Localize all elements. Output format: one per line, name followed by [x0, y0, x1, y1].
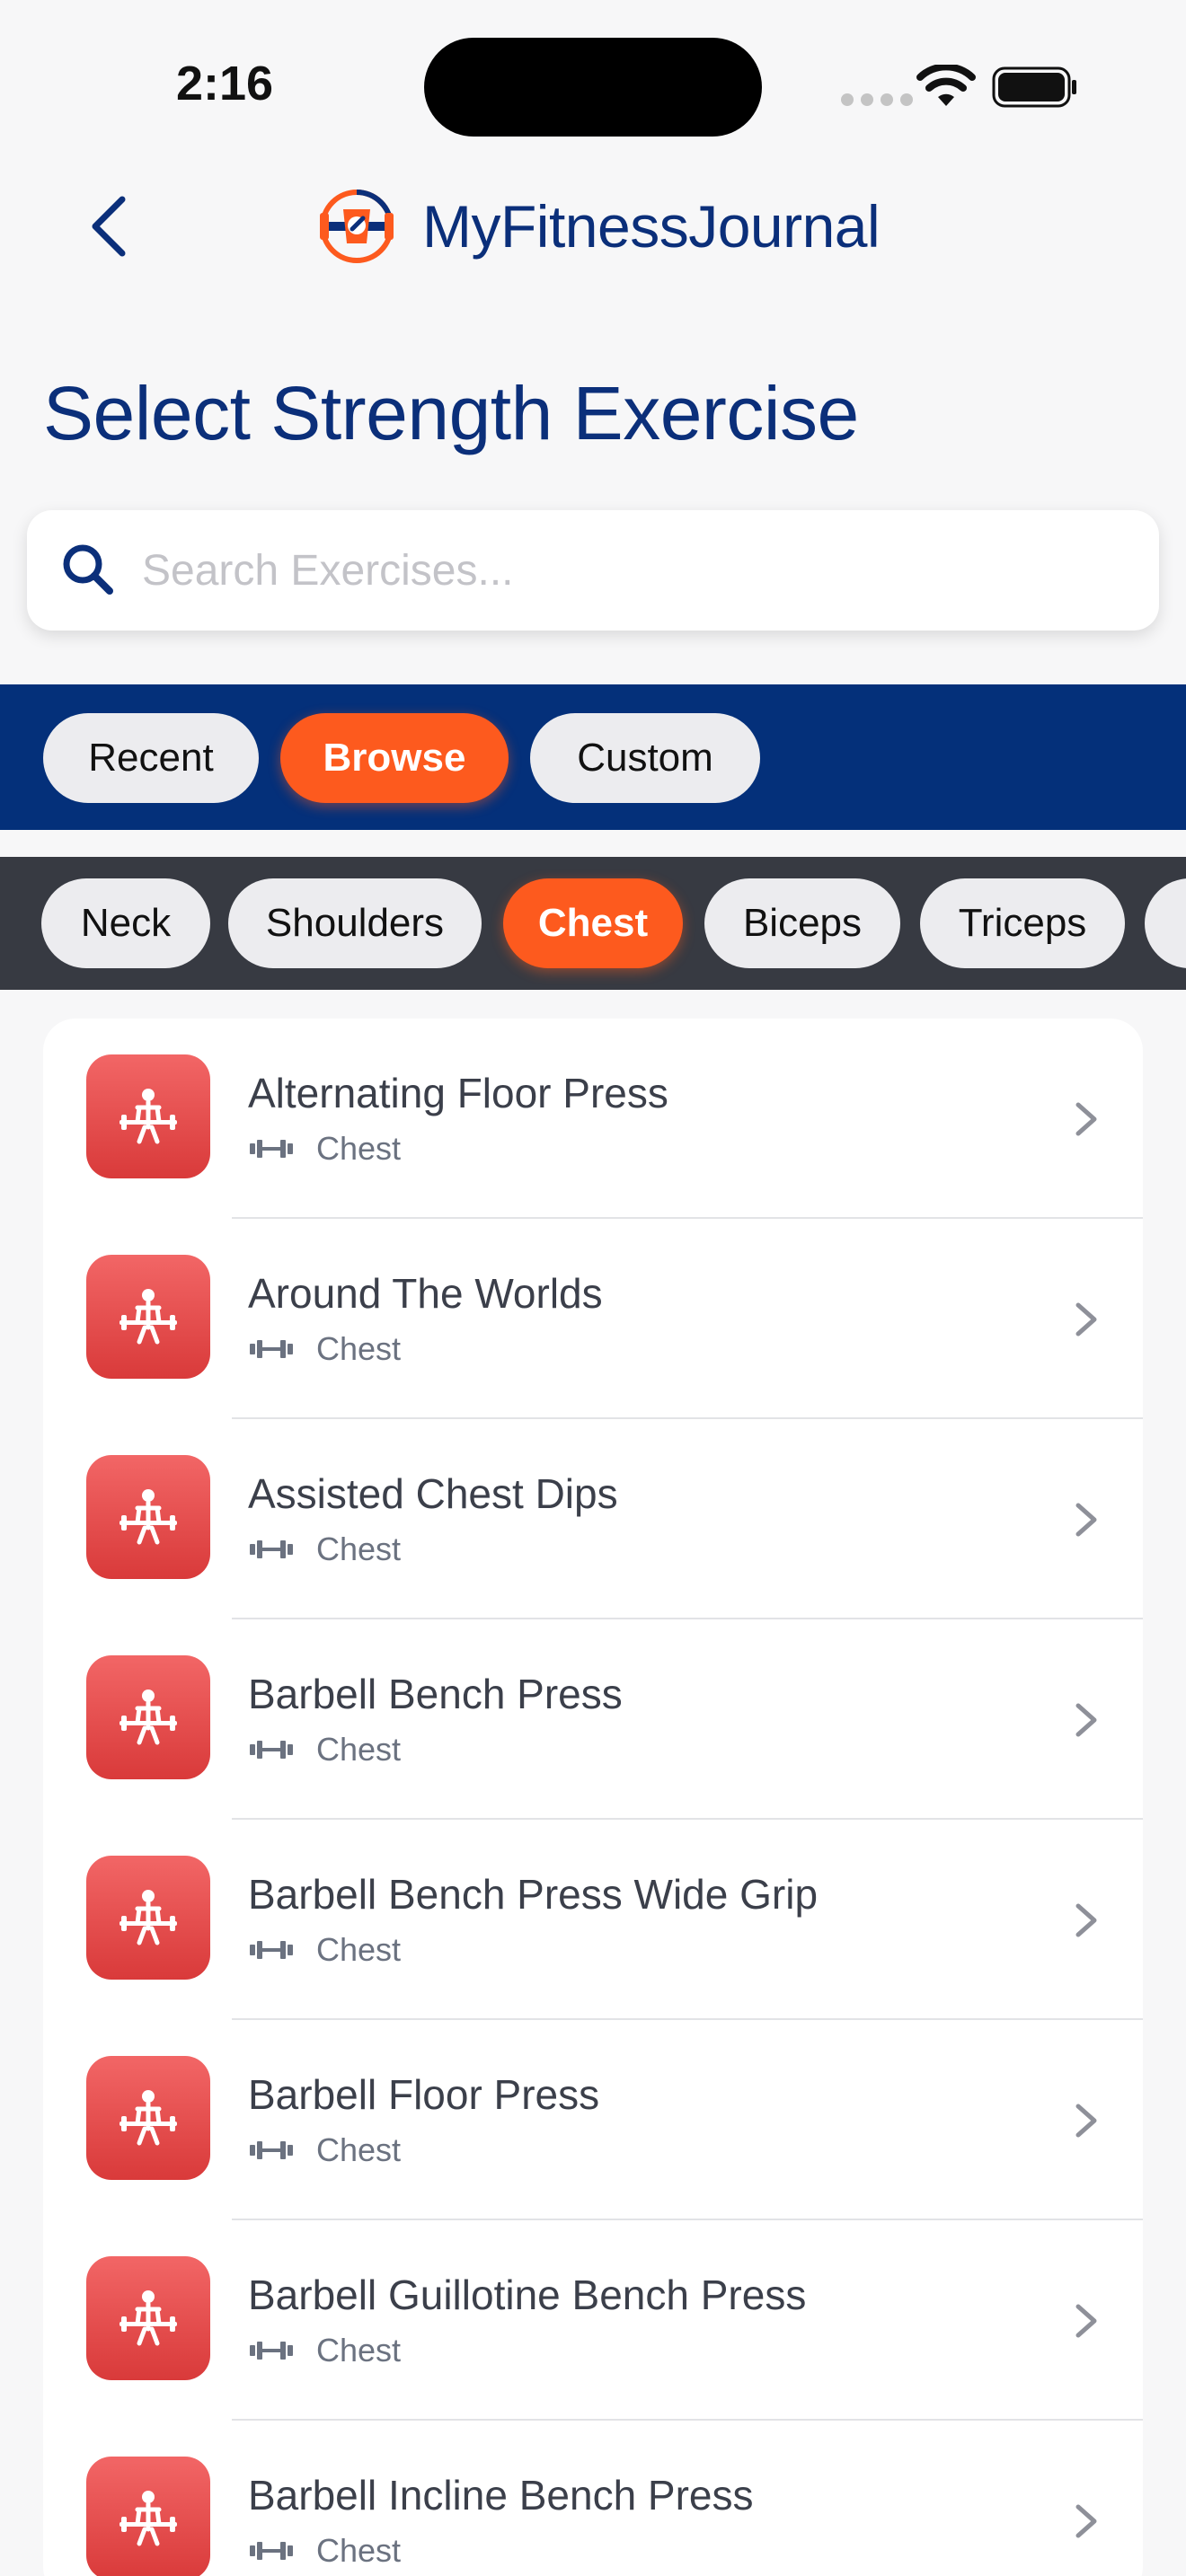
- chevron-right-icon: [1075, 2304, 1097, 2338]
- search-box[interactable]: [27, 510, 1159, 631]
- exercise-meta: Chest: [250, 2332, 401, 2369]
- weightlifter-icon: [86, 1255, 210, 1379]
- app-logo-icon: [320, 190, 394, 263]
- exercise-list: Alternating Floor Press Chest Around The W…: [43, 1019, 1143, 2576]
- weightlifter-icon: [86, 1054, 210, 1178]
- category-biceps[interactable]: Biceps: [704, 878, 900, 968]
- category-chest[interactable]: Chest: [503, 878, 683, 968]
- chevron-right-icon: [1075, 1503, 1097, 1537]
- exercise-name: Barbell Bench Press Wide Grip: [248, 1871, 819, 1918]
- weightlifter-icon: [86, 2056, 210, 2180]
- dumbbell-icon: [250, 1540, 293, 1558]
- chevron-right-icon: [1075, 1302, 1097, 1337]
- exercise-row[interactable]: Barbell Incline Bench Press Chest: [43, 2421, 1143, 2576]
- tab-custom[interactable]: Custom: [530, 713, 760, 803]
- exercise-meta: Chest: [250, 2532, 401, 2570]
- dumbbell-icon: [250, 2542, 293, 2560]
- weightlifter-icon: [86, 1856, 210, 1980]
- dynamic-island: [424, 38, 762, 137]
- chevron-right-icon: [1075, 1903, 1097, 1937]
- back-button[interactable]: [83, 190, 137, 262]
- exercise-muscle: Chest: [316, 2131, 402, 2168]
- tab-recent[interactable]: Recent: [43, 713, 259, 803]
- exercise-muscle: Chest: [316, 1731, 402, 1768]
- status-time: 2:16: [176, 57, 274, 110]
- exercise-muscle: Chest: [316, 1330, 402, 1367]
- exercise-muscle: Chest: [316, 1130, 402, 1167]
- dumbbell-icon: [250, 1140, 293, 1158]
- category-bar[interactable]: Neck Shoulders Chest Biceps Triceps: [0, 857, 1186, 990]
- chevron-right-icon: [1075, 2504, 1097, 2538]
- exercise-meta: Chest: [250, 1531, 401, 1568]
- category-triceps[interactable]: Triceps: [920, 878, 1125, 968]
- dumbbell-icon: [250, 1340, 293, 1358]
- exercise-name: Barbell Incline Bench Press: [248, 2472, 754, 2519]
- status-bar: 2:16: [0, 0, 1186, 171]
- exercise-meta: Chest: [250, 1330, 401, 1368]
- exercise-row[interactable]: Barbell Guillotine Bench Press Chest: [43, 2220, 1143, 2421]
- category-shoulders[interactable]: Shoulders: [228, 878, 482, 968]
- chevron-right-icon: [1075, 2104, 1097, 2138]
- dumbbell-icon: [250, 2141, 293, 2159]
- exercise-muscle: Chest: [316, 2332, 402, 2369]
- exercise-muscle: Chest: [316, 2532, 402, 2569]
- exercise-row[interactable]: Around The Worlds Chest: [43, 1219, 1143, 1419]
- tab-browse[interactable]: Browse: [280, 713, 509, 803]
- dumbbell-icon: [250, 1741, 293, 1759]
- app-name: MyFitnessJournal: [422, 193, 881, 260]
- exercise-row[interactable]: Barbell Bench Press Chest: [43, 1619, 1143, 1820]
- wifi-icon: [916, 65, 976, 106]
- weightlifter-icon: [86, 1455, 210, 1579]
- exercise-row[interactable]: Assisted Chest Dips Chest: [43, 1419, 1143, 1619]
- page-title: Select Strength Exercise: [43, 371, 859, 455]
- exercise-name: Barbell Guillotine Bench Press: [248, 2272, 807, 2318]
- cellular-signal-icon: [841, 93, 913, 106]
- exercise-name: Barbell Floor Press: [248, 2071, 600, 2118]
- exercise-row[interactable]: Barbell Floor Press Chest: [43, 2020, 1143, 2220]
- mode-tab-bar: Recent Browse Custom: [0, 684, 1186, 830]
- chevron-right-icon: [1075, 1102, 1097, 1136]
- exercise-muscle: Chest: [316, 1931, 402, 1968]
- dumbbell-icon: [250, 1941, 293, 1959]
- search-icon: [63, 544, 113, 595]
- exercise-name: Assisted Chest Dips: [248, 1470, 618, 1517]
- exercise-meta: Chest: [250, 1931, 401, 1969]
- exercise-meta: Chest: [250, 1130, 401, 1168]
- exercise-row[interactable]: Barbell Bench Press Wide Grip Chest: [43, 1820, 1143, 2020]
- search-input[interactable]: [142, 532, 1130, 609]
- category-neck[interactable]: Neck: [41, 878, 210, 968]
- exercise-meta: Chest: [250, 1731, 401, 1769]
- weightlifter-icon: [86, 1655, 210, 1779]
- exercise-muscle: Chest: [316, 1531, 402, 1567]
- weightlifter-icon: [86, 2457, 210, 2576]
- exercise-name: Around The Worlds: [248, 1270, 603, 1317]
- dumbbell-icon: [250, 2342, 293, 2360]
- exercise-row[interactable]: Alternating Floor Press Chest: [43, 1019, 1143, 1219]
- weightlifter-icon: [86, 2256, 210, 2380]
- app-brand: MyFitnessJournal: [316, 183, 881, 269]
- exercise-name: Barbell Bench Press: [248, 1671, 623, 1717]
- category-more[interactable]: [1145, 878, 1186, 968]
- chevron-right-icon: [1075, 1703, 1097, 1737]
- battery-icon: [992, 66, 1076, 108]
- exercise-meta: Chest: [250, 2131, 401, 2169]
- exercise-name: Alternating Floor Press: [248, 1070, 668, 1116]
